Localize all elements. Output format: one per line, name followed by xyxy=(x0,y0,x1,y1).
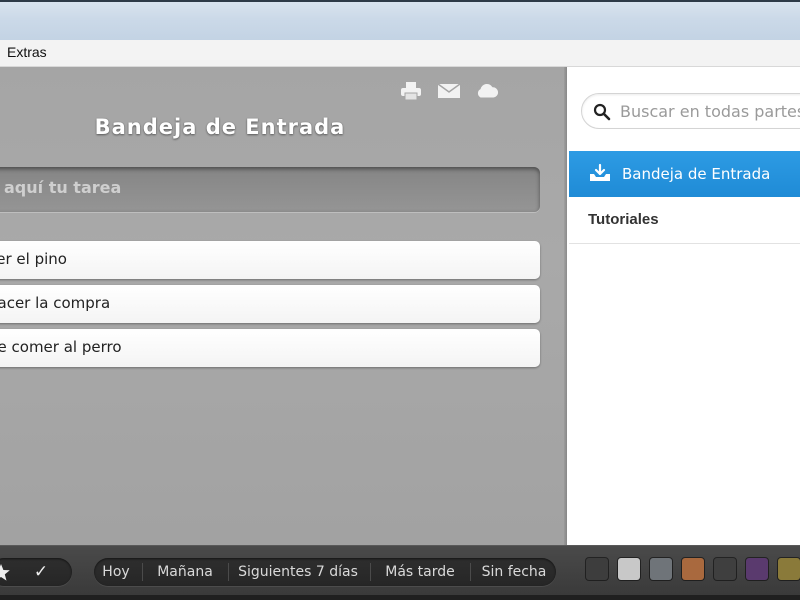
sidebar-item-label: Bandeja de Entrada xyxy=(622,165,771,183)
filter-mas-tarde[interactable]: Más tarde xyxy=(374,558,466,586)
starred-filter-button[interactable] xyxy=(0,558,18,586)
search-input[interactable] xyxy=(620,100,800,122)
background-swatch[interactable] xyxy=(650,558,672,580)
list-actions xyxy=(399,81,499,101)
cloud-icon[interactable] xyxy=(475,81,499,101)
background-swatch[interactable] xyxy=(586,558,608,580)
list-title: Bandeja de Entrada xyxy=(94,115,346,139)
background-swatch[interactable] xyxy=(714,558,736,580)
filter-hoy[interactable]: Hoy xyxy=(94,558,138,586)
mail-icon[interactable] xyxy=(437,81,461,101)
background-swatch[interactable] xyxy=(682,558,704,580)
sidebar-item-label: Tutoriales xyxy=(588,211,659,228)
quick-filter-group: ✓ xyxy=(0,558,72,586)
task-item[interactable]: cer el pino xyxy=(0,241,540,279)
printer-icon[interactable] xyxy=(399,81,423,101)
add-task-field[interactable] xyxy=(0,167,540,212)
star-icon xyxy=(0,564,10,581)
filter-siguientes-7-dias[interactable]: Siguientes 7 días xyxy=(230,558,366,586)
background-swatch[interactable] xyxy=(618,558,640,580)
filter-sin-fecha[interactable]: Sin fecha xyxy=(474,558,554,586)
divider xyxy=(370,563,371,581)
completed-filter-button[interactable]: ✓ xyxy=(24,558,58,586)
add-task-input[interactable] xyxy=(4,178,504,197)
divider xyxy=(142,563,143,581)
divider xyxy=(470,563,471,581)
sidebar-item-inbox[interactable]: Bandeja de Entrada xyxy=(569,151,800,197)
task-label: de comer al perro xyxy=(0,338,122,356)
date-filter-group: Hoy Mañana Siguientes 7 días Más tarde S… xyxy=(94,558,556,586)
menu-bar: Extras xyxy=(0,40,800,67)
bottom-toolbar: ✓ Hoy Mañana Siguientes 7 días Más tarde… xyxy=(0,545,800,595)
task-label: hacer la compra xyxy=(0,294,111,312)
search-icon xyxy=(593,103,611,125)
background-swatch[interactable] xyxy=(778,558,800,580)
task-item[interactable]: de comer al perro xyxy=(0,329,540,367)
sidebar-item-tutoriales[interactable]: Tutoriales xyxy=(569,198,800,244)
inbox-icon xyxy=(588,163,612,187)
filter-manana[interactable]: Mañana xyxy=(146,558,224,586)
background-swatch[interactable] xyxy=(746,558,768,580)
task-label: cer el pino xyxy=(0,250,67,268)
sidebar: Bandeja de Entrada Tutoriales xyxy=(567,67,800,545)
window-titlebar xyxy=(0,0,800,40)
search-box[interactable] xyxy=(581,93,800,129)
divider xyxy=(228,563,229,581)
task-item[interactable]: hacer la compra xyxy=(0,285,540,323)
window-bottom-edge xyxy=(0,595,800,600)
menu-extras[interactable]: Extras xyxy=(7,44,47,60)
task-list-panel: Bandeja de Entrada cer el pino hacer la … xyxy=(0,67,567,545)
